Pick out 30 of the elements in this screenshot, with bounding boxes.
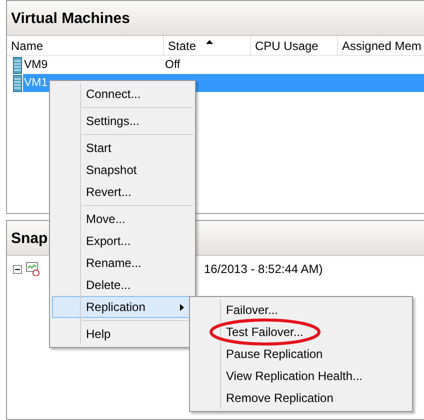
snapshot-label[interactable]: 16/2013 - 8:52:44 AM)	[204, 262, 323, 276]
column-header[interactable]: Name	[11, 38, 44, 52]
collapse-icon[interactable]	[13, 264, 22, 274]
column-header[interactable]: CPU Usage	[255, 38, 318, 52]
menu-item[interactable]: Delete...	[52, 274, 193, 296]
vm-state: Off	[164, 58, 182, 73]
vm-name[interactable]: VM9	[23, 56, 49, 74]
menu-item[interactable]: Revert...	[52, 181, 193, 203]
column-header[interactable]: State	[168, 38, 214, 52]
panel-title: Virtual Machines	[11, 10, 130, 26]
menu-item[interactable]: View Replication Health...	[192, 365, 410, 387]
submenu-arrow-icon	[180, 304, 184, 310]
menu-item[interactable]: Snapshot	[52, 159, 193, 181]
menu-item[interactable]: Rename...	[52, 252, 193, 274]
menu-item[interactable]: Move...	[52, 208, 193, 230]
menu-item[interactable]: Test Failover...	[192, 321, 410, 343]
menu-item[interactable]: Remove Replication	[192, 387, 410, 409]
column-header[interactable]: Assigned Mem	[342, 38, 422, 52]
sort-icon	[206, 40, 214, 44]
menu-item[interactable]: Connect...	[52, 83, 193, 105]
panel-title: Snap	[11, 230, 48, 247]
menu-item[interactable]: Start	[52, 137, 193, 159]
menu-item[interactable]: Failover...	[192, 299, 410, 321]
snapshot-icon	[26, 262, 40, 276]
menu-item[interactable]: Export...	[52, 230, 193, 252]
menu-item[interactable]: Help	[52, 323, 193, 345]
server-icon	[13, 74, 22, 92]
menu-item[interactable]: Settings...	[52, 110, 193, 132]
server-icon	[13, 56, 22, 74]
menu-item[interactable]: Pause Replication	[192, 343, 410, 365]
